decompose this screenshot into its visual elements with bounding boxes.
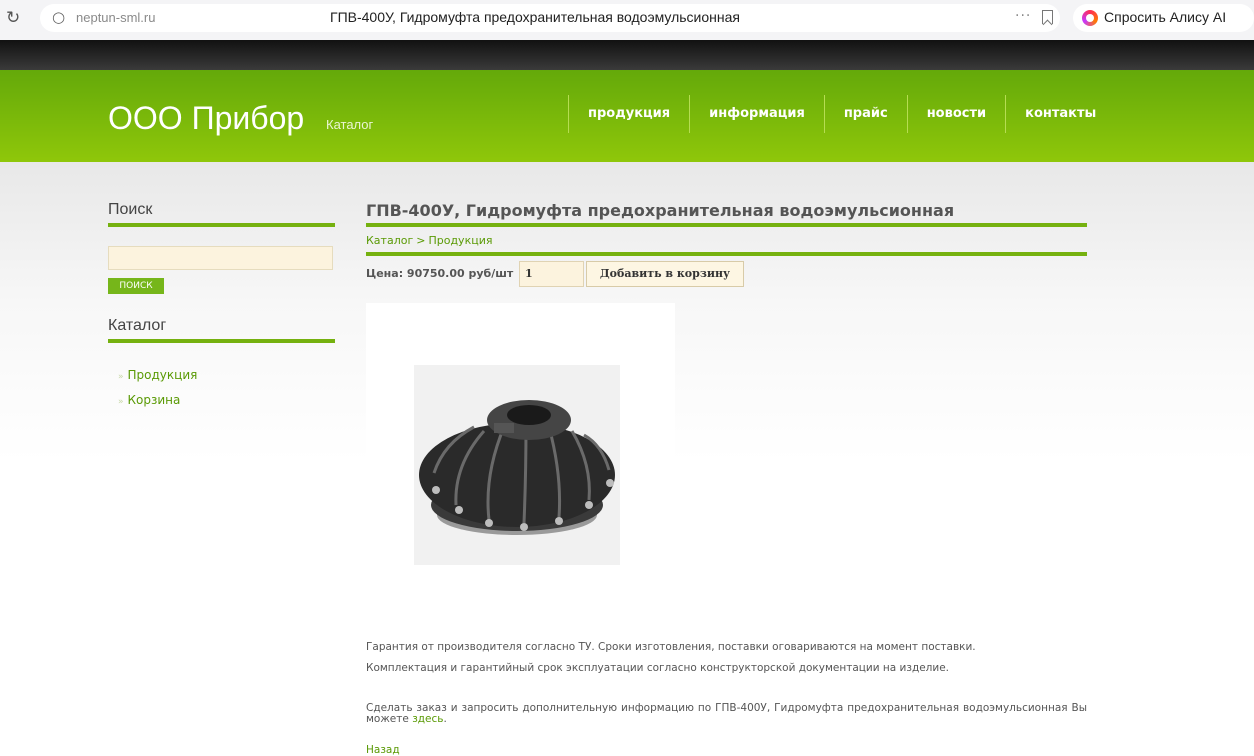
catalog-item-label[interactable]: Продукция xyxy=(128,368,198,382)
search-heading-underline xyxy=(108,223,335,227)
equipment-text: Комплектация и гарантийный срок эксплуат… xyxy=(366,662,950,674)
page-title-text: ГПВ-400У, Гидромуфта предохранительная в… xyxy=(330,9,740,25)
back-link[interactable]: Назад xyxy=(366,744,400,756)
order-text-end: . xyxy=(443,713,447,725)
bullet-icon: » xyxy=(118,372,124,382)
catalog-heading-underline xyxy=(108,339,335,343)
title-underline xyxy=(366,223,1087,227)
catalog-item-label[interactable]: Корзина xyxy=(128,393,181,407)
breadcrumb-products[interactable]: Продукция xyxy=(428,234,492,247)
quantity-input[interactable]: 1 xyxy=(519,261,584,287)
logo-subtitle: Каталог xyxy=(326,117,374,132)
ask-alice-label[interactable]: Спросить Алису AI xyxy=(1104,9,1226,25)
search-input[interactable] xyxy=(108,246,333,270)
nav-information[interactable]: информация xyxy=(689,95,824,133)
order-text: Сделать заказ и запросить дополнительную… xyxy=(366,703,1087,725)
warranty-text: Гарантия от производителя согласно ТУ. С… xyxy=(366,641,976,653)
search-button[interactable]: ПОИСК xyxy=(108,278,164,294)
more-icon[interactable]: ··· xyxy=(1015,8,1031,24)
price-label: Цена: 90750.00 руб/шт xyxy=(366,267,514,280)
product-image xyxy=(414,365,620,565)
alice-icon[interactable] xyxy=(1082,10,1098,26)
breadcrumb: Каталог > Продукция xyxy=(366,234,492,247)
breadcrumb-catalog[interactable]: Каталог xyxy=(366,234,413,247)
site-logo[interactable]: ООО Прибор xyxy=(108,100,304,137)
nav-news[interactable]: новости xyxy=(906,95,1005,133)
url-text[interactable]: neptun-sml.ru xyxy=(76,10,155,25)
catalog-item-cart[interactable]: » Корзина xyxy=(118,393,197,407)
breadcrumb-underline xyxy=(366,252,1087,256)
catalog-item-products[interactable]: » Продукция xyxy=(118,368,197,382)
nav-products[interactable]: продукция xyxy=(568,95,689,133)
catalog-list: » Продукция » Корзина xyxy=(118,368,197,418)
search-heading: Поиск xyxy=(108,201,153,218)
order-here-link[interactable]: здесь xyxy=(412,713,443,725)
main-nav: продукция информация прайс новости конта… xyxy=(568,95,1115,133)
nav-price[interactable]: прайс xyxy=(823,95,907,133)
nav-contacts[interactable]: контакты xyxy=(1005,95,1115,133)
order-text-body: Сделать заказ и запросить дополнительную… xyxy=(366,702,1087,725)
product-title: ГПВ-400У, Гидромуфта предохранительная в… xyxy=(366,201,955,220)
reload-icon[interactable]: ↻ xyxy=(6,8,20,28)
breadcrumb-separator: > xyxy=(416,234,426,247)
catalog-heading: Каталог xyxy=(108,317,167,334)
bullet-icon: » xyxy=(118,397,124,407)
top-dark-band xyxy=(0,40,1254,70)
shield-icon[interactable]: ○ xyxy=(52,8,65,26)
bookmark-icon[interactable] xyxy=(1042,10,1053,24)
add-to-cart-button[interactable]: Добавить в корзину xyxy=(586,261,744,287)
